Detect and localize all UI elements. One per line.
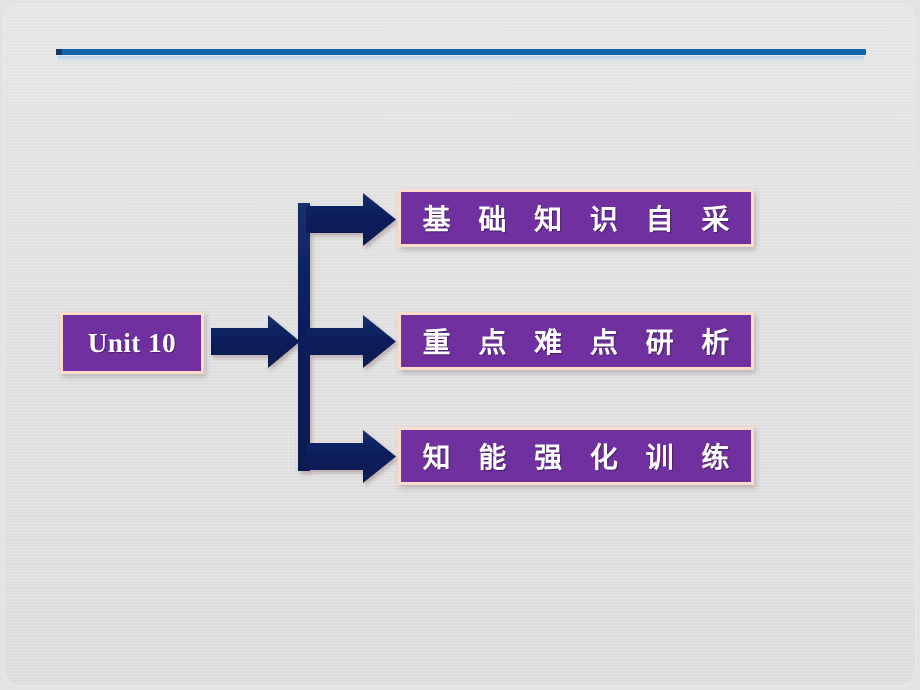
topic-chip-label: 知 能 强 化 训 练 <box>422 441 739 474</box>
unit-chip[interactable]: Unit 10 <box>60 312 204 374</box>
topic-chip-label: 基 础 知 识 自 采 <box>422 203 739 236</box>
topic-chip-label: 重 点 难 点 研 析 <box>422 326 739 359</box>
slide-canvas: Unit 10 基 础 知 识 自 采 重 点 难 点 研 析 知 能 强 化 … <box>0 0 920 690</box>
unit-chip-label: Unit 10 <box>87 327 177 358</box>
header-rule <box>56 49 866 55</box>
topic-chip-skills-training[interactable]: 知 能 强 化 训 练 <box>398 427 754 485</box>
topic-chip-basic-knowledge[interactable]: 基 础 知 识 自 采 <box>398 189 754 247</box>
header-rule-left-cap <box>56 49 62 55</box>
topic-chip-key-difficulties[interactable]: 重 点 难 点 研 析 <box>398 312 754 370</box>
